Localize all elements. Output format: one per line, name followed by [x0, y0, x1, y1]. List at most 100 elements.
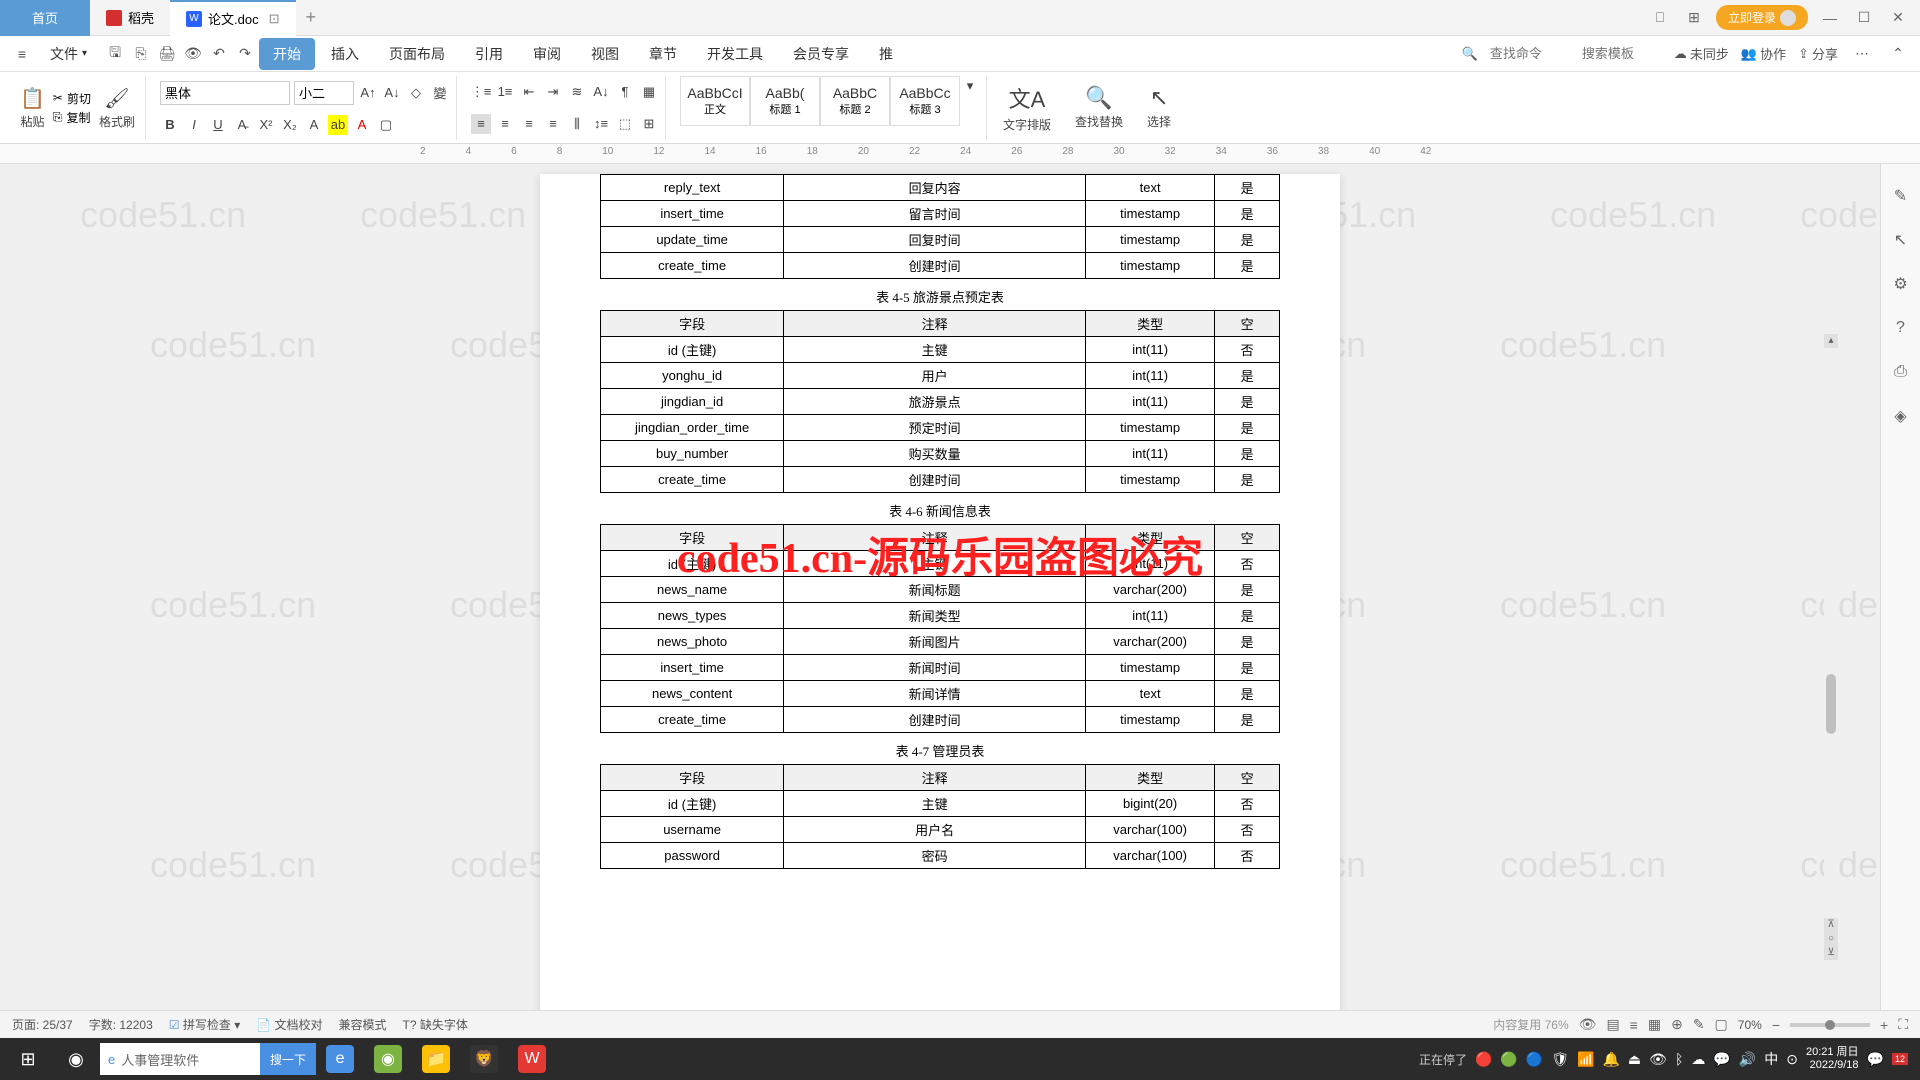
menu-reference[interactable]: 引用 — [461, 38, 517, 70]
distribute-button[interactable]: ⫼ — [567, 114, 587, 134]
app-edge[interactable]: e — [316, 1038, 364, 1080]
scroll-thumb[interactable] — [1826, 674, 1836, 734]
line-spacing-button[interactable]: ↕≡ — [591, 114, 611, 134]
preview-icon[interactable]: 👁 — [181, 42, 205, 66]
menu-more[interactable]: 推 — [865, 38, 907, 70]
tray-app1-icon[interactable]: 🔴 — [1475, 1051, 1492, 1068]
clear-format-icon[interactable]: ◇ — [406, 83, 426, 103]
spell-check[interactable]: ☑ 拼写检查 ▾ — [169, 1016, 240, 1033]
zoom-out-button[interactable]: − — [1772, 1017, 1780, 1033]
close-button[interactable]: ✕ — [1886, 9, 1910, 26]
fullscreen-icon[interactable]: ⛶ — [1898, 1016, 1908, 1033]
start-button[interactable]: ⊞ — [4, 1038, 52, 1080]
align-right-button[interactable]: ≡ — [519, 114, 539, 134]
menu-insert[interactable]: 插入 — [317, 38, 373, 70]
scroll-up-button[interactable]: ▴ — [1824, 334, 1838, 348]
login-button[interactable]: 立即登录 — [1716, 5, 1808, 30]
view-edit-icon[interactable]: ✎ — [1693, 1016, 1705, 1033]
tray-bluetooth-icon[interactable]: ᛒ — [1675, 1051, 1683, 1067]
zoom-in-button[interactable]: + — [1880, 1017, 1888, 1033]
style-h3[interactable]: AaBbCc标题 3 — [890, 76, 960, 126]
taskbar-clock[interactable]: 20:21 周日 2022/9/18 — [1806, 1046, 1859, 1072]
menu-layout[interactable]: 页面布局 — [375, 38, 459, 70]
tray-shield-icon[interactable]: 🛡 — [1551, 1051, 1569, 1068]
underline-button[interactable]: U — [208, 115, 228, 135]
strikethrough-button[interactable]: A̵ — [232, 115, 252, 135]
proofread[interactable]: 📄 文档校对 — [256, 1016, 322, 1033]
menu-review[interactable]: 审阅 — [519, 38, 575, 70]
menu-view[interactable]: 视图 — [577, 38, 633, 70]
collab-button[interactable]: 👥协作 — [1741, 44, 1786, 63]
search-go-button[interactable]: 搜一下 — [260, 1043, 316, 1075]
eye-icon[interactable]: 👁 — [1579, 1016, 1597, 1033]
menu-start[interactable]: 开始 — [259, 38, 315, 70]
tray-screenshot-icon[interactable]: ⊙ — [1786, 1051, 1798, 1068]
pointer-tool-icon[interactable]: ↖ — [1889, 228, 1913, 252]
italic-button[interactable]: I — [184, 115, 204, 135]
sync-status[interactable]: ☁未同步 — [1674, 44, 1729, 63]
tab-home[interactable]: 首页 — [0, 0, 90, 36]
style-h1[interactable]: AaBb(标题 1 — [750, 76, 820, 126]
app-media[interactable]: 🦁 — [460, 1038, 508, 1080]
tray-volume-icon[interactable]: 🔊 — [1739, 1051, 1756, 1068]
cut-button[interactable]: ✂剪切 — [53, 90, 91, 107]
maximize-button[interactable]: ☐ — [1852, 9, 1876, 26]
font-size-select[interactable] — [294, 81, 354, 105]
redo-icon[interactable]: ↷ — [233, 42, 257, 66]
subscript-button[interactable]: X₂ — [280, 115, 300, 135]
decrease-indent-button[interactable]: ⇤ — [519, 82, 539, 102]
border-button[interactable]: ▦ — [639, 82, 659, 102]
menu-file[interactable]: 文件▾ — [36, 38, 101, 70]
export-icon[interactable]: ⎘ — [129, 42, 153, 66]
scroll-page-up-button[interactable]: ⊼ — [1824, 918, 1838, 932]
tag-icon[interactable]: ◈ — [1889, 404, 1913, 428]
screenshot-icon[interactable]: ⎙ — [1889, 360, 1913, 384]
text-layout-button[interactable]: 文A文字排版 — [995, 78, 1059, 138]
align-justify-button[interactable]: ≡ — [543, 114, 563, 134]
phonetic-icon[interactable]: 變 — [430, 83, 450, 103]
align-center-button[interactable]: ≡ — [495, 114, 515, 134]
view-outline-icon[interactable]: ≡ — [1630, 1017, 1638, 1033]
share-button[interactable]: ⇪分享 — [1798, 44, 1838, 63]
tray-app3-icon[interactable]: 🔵 — [1526, 1051, 1543, 1068]
tray-wifi-icon[interactable]: 📶 — [1577, 1051, 1594, 1068]
text-effect-button[interactable]: A — [304, 115, 324, 135]
view-page-icon[interactable]: ▤ — [1606, 1016, 1619, 1033]
view-web-icon[interactable]: ▦ — [1648, 1016, 1661, 1033]
minimize-button[interactable]: — — [1818, 10, 1842, 26]
tray-chat-icon[interactable]: 💬 — [1713, 1051, 1730, 1068]
tab-options-icon[interactable]: ⊡ — [269, 11, 280, 27]
undo-icon[interactable]: ↶ — [207, 42, 231, 66]
tab-daoke[interactable]: 稻壳 — [90, 0, 170, 36]
menu-section[interactable]: 章节 — [635, 38, 691, 70]
app-browser[interactable]: ◉ — [364, 1038, 412, 1080]
pen-tool-icon[interactable]: ✎ — [1889, 184, 1913, 208]
search-command-input[interactable] — [1490, 46, 1570, 61]
help-icon[interactable]: ? — [1889, 316, 1913, 340]
decrease-font-icon[interactable]: A↓ — [382, 83, 402, 103]
format-painter-button[interactable]: 🖌格式刷 — [95, 84, 139, 132]
notification-icon[interactable]: 💬 — [1867, 1051, 1884, 1068]
superscript-button[interactable]: X² — [256, 115, 276, 135]
save-icon[interactable]: 🖫 — [103, 42, 127, 66]
find-replace-button[interactable]: 🔍查找替换 — [1067, 78, 1131, 138]
tray-onedrive-icon[interactable]: ☁ — [1691, 1051, 1705, 1068]
taskbar-search[interactable]: e 人事管理软件 — [100, 1043, 260, 1075]
shading-button[interactable]: ⬚ — [615, 114, 635, 134]
increase-indent-button[interactable]: ⇥ — [543, 82, 563, 102]
bold-button[interactable]: B — [160, 115, 180, 135]
more-icon[interactable]: ⋯ — [1850, 42, 1874, 66]
number-list-button[interactable]: 1≡ — [495, 82, 515, 102]
style-normal[interactable]: AaBbCcI正文 — [680, 76, 750, 126]
style-h2[interactable]: AaBbC标题 2 — [820, 76, 890, 126]
select-button[interactable]: ↖选择 — [1139, 78, 1179, 138]
tray-sound-icon[interactable]: 🔔 — [1602, 1051, 1619, 1068]
align-left-button[interactable]: ≡ — [471, 114, 491, 134]
increase-font-icon[interactable]: A↑ — [358, 83, 378, 103]
collapse-icon[interactable]: ⌃ — [1886, 42, 1910, 66]
scroll-page-down-button[interactable]: ⊻ — [1824, 946, 1838, 960]
paste-button[interactable]: 📋粘贴 — [16, 84, 49, 132]
tray-ime-icon[interactable]: 中 — [1764, 1049, 1778, 1069]
zoom-fit-icon[interactable]: ▢ — [1715, 1016, 1728, 1033]
tray-app2-icon[interactable]: 🟢 — [1500, 1051, 1517, 1068]
